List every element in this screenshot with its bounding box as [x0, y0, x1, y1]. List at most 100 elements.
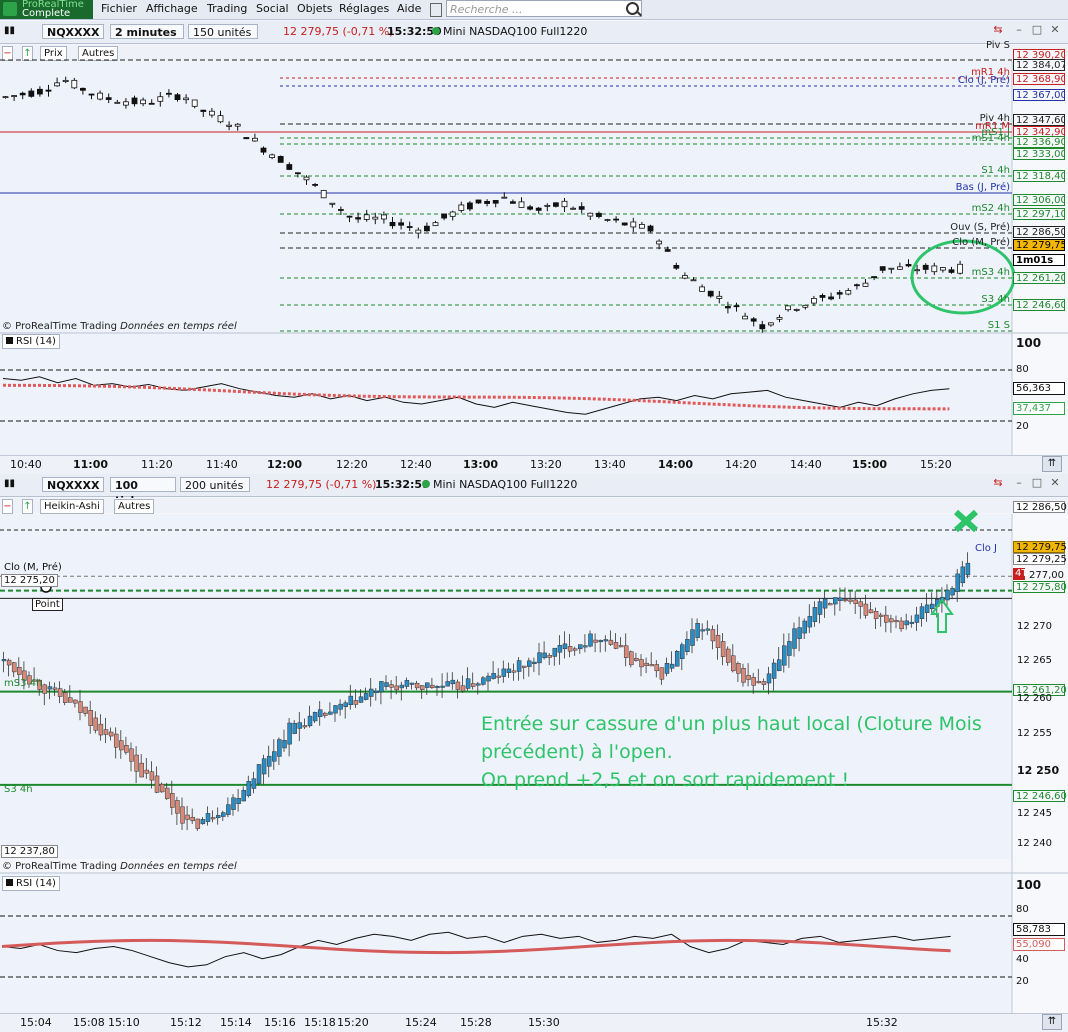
bottom-candle: [669, 663, 675, 669]
bottom-rsi-tick: 20: [1016, 976, 1029, 987]
top-candle: [922, 264, 929, 270]
bottom-candle: [425, 682, 430, 688]
top-candle: [140, 99, 147, 105]
bottom-price-label: 12 265: [1017, 655, 1052, 666]
bottom-candle: [878, 614, 884, 617]
top-candle: [888, 267, 895, 270]
top-candle: [208, 110, 215, 116]
bottom-candle: [226, 804, 231, 815]
bottom-candle: [343, 702, 348, 707]
top-candle: [183, 97, 190, 101]
bottom-candle: [572, 648, 578, 651]
top-candle: [682, 275, 688, 279]
trade-annotation: Entrée sur cassure d'un plus haut local …: [481, 713, 982, 791]
bottom-candle: [455, 681, 461, 690]
bottom-candle: [292, 722, 297, 734]
bottom-price-bg: [0, 514, 1012, 859]
bottom-candle: [516, 660, 522, 672]
bottom-candle: [435, 686, 440, 689]
bottom-candle: [251, 778, 257, 789]
bottom-candle: [404, 680, 410, 687]
bottom-candle: [491, 673, 496, 679]
bottom-candle: [603, 639, 609, 642]
bottom-candle: [246, 781, 252, 796]
top-time-label: 15:20: [920, 458, 952, 471]
bottom-candle: [486, 675, 491, 682]
top-candle: [312, 184, 319, 186]
top-candle: [604, 219, 611, 221]
top-rsi-tick: 20: [1016, 421, 1029, 432]
top-candle: [303, 176, 310, 181]
bottom-candle: [950, 588, 955, 596]
top-price-label: 12 384,07: [1013, 59, 1065, 71]
top-time-label: 11:00: [73, 458, 109, 471]
top-candle: [836, 292, 843, 295]
charts-canvas: [0, 59, 1068, 1013]
bottom-price-label: 12 246,60: [1013, 790, 1067, 802]
point-label[interactable]: Point: [32, 598, 63, 611]
bottom-candle: [134, 754, 139, 772]
top-candle: [243, 137, 250, 140]
top-candle: [389, 221, 396, 227]
top-time-axis: 10:40 11:00 11:20 11:40 12:00 12:20 12:40 13:00…: [0, 455, 1068, 474]
bottom-candle: [731, 655, 736, 672]
bottom-candle: [578, 644, 583, 650]
bottom-candle: [853, 599, 858, 604]
bottom-candle: [236, 798, 241, 804]
bottom-candle: [858, 601, 864, 607]
bottom-candle: [445, 681, 450, 687]
top-candle: [768, 322, 774, 326]
bottom-price-label: 12 275,80: [1013, 581, 1067, 593]
top-candle: [733, 305, 740, 308]
top-candle: [793, 308, 800, 311]
bottom-candle: [312, 712, 318, 722]
bottom-candle: [42, 684, 48, 694]
top-candle: [441, 213, 448, 219]
top-rsi-tick: 100: [1016, 336, 1042, 350]
top-candle: [621, 222, 628, 226]
top-candle: [630, 221, 637, 228]
bottom-candle: [440, 685, 445, 688]
bottom-scroll-icon[interactable]: ⇈: [1042, 1014, 1062, 1030]
bottom-candle: [379, 681, 384, 693]
bottom-candle: [358, 696, 364, 703]
bottom-candle: [919, 606, 925, 619]
bottom-candle: [618, 645, 624, 648]
bottom-candle: [649, 664, 654, 667]
bottom-price-label: 12 279,25: [1013, 553, 1067, 565]
top-level-label: Clo (J, Pré): [957, 75, 1010, 86]
top-candle: [750, 318, 757, 322]
top-candle: [897, 266, 903, 270]
top-price-label: 12 286,50: [1013, 226, 1065, 238]
top-time-label: 13:20: [530, 458, 562, 471]
bottom-candle: [241, 790, 246, 802]
bottom-candle: [746, 675, 751, 680]
bottom-candle: [353, 700, 359, 705]
top-scroll-icon[interactable]: ⇈: [1042, 456, 1062, 472]
bottom-candle: [700, 629, 705, 632]
bottom-candle: [822, 598, 828, 609]
top-candle: [466, 202, 473, 210]
top-candle: [286, 164, 293, 170]
bottom-candle: [328, 711, 333, 715]
bottom-clo-j-label: Clo J: [975, 543, 998, 554]
bottom-candle: [705, 628, 711, 631]
bottom-price-label: 12 250: [1017, 764, 1060, 777]
top-candle: [647, 225, 654, 232]
top-candle: [372, 216, 379, 220]
bottom-candle: [914, 614, 920, 623]
bottom-candle: [542, 652, 547, 659]
bottom-time-label: 15:30: [528, 1016, 560, 1029]
top-level-label: Ouv (S, Pré): [950, 222, 1010, 233]
bottom-candle: [873, 611, 879, 620]
top-candle: [123, 101, 129, 106]
top-candle: [346, 215, 353, 218]
bottom-candle: [960, 566, 966, 584]
top-time-label: 13:00: [463, 458, 499, 471]
top-candle: [80, 87, 86, 91]
bottom-candle: [552, 647, 558, 657]
top-time-label: 14:00: [658, 458, 694, 471]
bottom-candle: [848, 599, 853, 602]
top-time-label: 12:00: [267, 458, 303, 471]
top-price-label: 12 261,20: [1013, 272, 1065, 284]
